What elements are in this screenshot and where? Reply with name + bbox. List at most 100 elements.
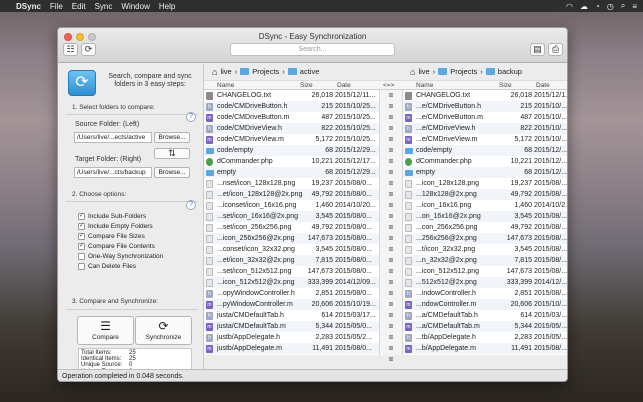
file-row[interactable]: ...et/icon_32x32@2x.png 7,815 2015/08/0...: [204, 255, 379, 266]
synchronize-button[interactable]: ⟳ Synchronize: [135, 316, 192, 345]
checkbox[interactable]: [78, 263, 85, 270]
checkbox[interactable]: [78, 253, 85, 260]
file-row[interactable]: m ...pyWindowController.m 20,606 2015/10/19…: [204, 299, 379, 310]
file-row[interactable]: ...icon_16x16.png 1,460 2014/10/2...: [403, 200, 567, 211]
target-path-field[interactable]: /Users/live/...cts/backup: [74, 167, 152, 178]
file-row[interactable]: m ...e/CMDriveView.m 5,172 2015/10/...: [403, 134, 567, 145]
file-row[interactable]: m ...a/CMDefaultTab.m 5,344 2015/05/...: [403, 321, 567, 332]
checkbox[interactable]: ✓: [78, 223, 85, 230]
file-row[interactable]: h justb/AppDelegate.h 2,283 2015/05/2...: [204, 332, 379, 343]
left-path-bar[interactable]: ⌂ live › Projects › active: [212, 64, 319, 79]
file-row[interactable]: code/empty 68 2015/12/...: [403, 145, 567, 156]
path-segment[interactable]: backup: [498, 67, 522, 76]
menu-window[interactable]: Window: [121, 2, 149, 11]
file-row[interactable]: m code/CMDriveButton.m 487 2015/10/25...: [204, 112, 379, 123]
cloud-icon[interactable]: ☁: [580, 2, 588, 11]
path-segment[interactable]: Projects: [252, 67, 279, 76]
file-row[interactable]: ...con_256x256.png 49,792 2015/08/...: [403, 222, 567, 233]
col-name[interactable]: Name: [217, 82, 234, 89]
file-row[interactable]: CHANGELOG.txt 26,018 2015/12/11...: [204, 90, 379, 101]
file-row[interactable]: ...t/icon_32x32.png 3,545 2015/08/...: [403, 244, 567, 255]
file-row[interactable]: ...conset/icon_32x32.png 3,545 2015/08/0..…: [204, 244, 379, 255]
search-input[interactable]: Search...: [230, 43, 395, 56]
file-row[interactable]: code/empty 68 2015/12/29...: [204, 145, 379, 156]
file-row[interactable]: h ...opyWindowController.h 2,851 2015/08/0.…: [204, 288, 379, 299]
file-row[interactable]: ...set/icon_16x16@2x.png 3,545 2015/08/0..…: [204, 211, 379, 222]
clock-icon[interactable]: ◷: [607, 2, 614, 11]
file-row[interactable]: h ...indowController.h 2,851 2015/08/...: [403, 288, 567, 299]
file-row[interactable]: ...set/icon_256x256.png 49,792 2015/08/0..…: [204, 222, 379, 233]
file-row[interactable]: ...et/icon_128x128@2x.png 49,792 2015/08/0…: [204, 189, 379, 200]
timemachine-icon[interactable]: ◔: [595, 2, 600, 11]
search-icon[interactable]: ⌕: [621, 1, 625, 11]
menu-edit[interactable]: Edit: [72, 2, 86, 11]
file-row[interactable]: dCommander.php 10,221 2015/12/...: [403, 156, 567, 167]
file-row[interactable]: ...icon_256x256@2x.png 147,673 2015/08/0..…: [204, 233, 379, 244]
menu-help[interactable]: Help: [159, 2, 175, 11]
file-row[interactable]: ...iconset/icon_16x16.png 1,460 2014/10/20…: [204, 200, 379, 211]
compare-toolbar-button[interactable]: ☷: [63, 43, 78, 56]
file-row[interactable]: ...256x256@2x.png 147,673 2015/08/...: [403, 233, 567, 244]
file-row[interactable]: ...512x512@2x.png 333,399 2014/12/...: [403, 277, 567, 288]
file-row[interactable]: ...icon_128x128.png 19,237 2015/08/...: [403, 178, 567, 189]
swap-folders-button[interactable]: ⇅: [154, 148, 190, 159]
report-toolbar-button[interactable]: ▤: [530, 43, 545, 56]
file-row[interactable]: h ...e/CMDriveView.h 822 2015/10/...: [403, 123, 567, 134]
file-row[interactable]: ...icon_512x512@2x.png 333,399 2014/12/09.…: [204, 277, 379, 288]
option-4[interactable]: One-Way Synchronization: [78, 253, 163, 260]
file-row[interactable]: h code/CMDriveView.h 822 2015/10/25...: [204, 123, 379, 134]
file-row[interactable]: m code/CMDriveView.m 5,172 2015/10/25...: [204, 134, 379, 145]
file-row[interactable]: ...set/icon_512x512.png 147,673 2015/08/0.…: [204, 266, 379, 277]
file-row[interactable]: m ...e/CMDriveButton.m 487 2015/10/...: [403, 112, 567, 123]
refresh-toolbar-button[interactable]: ⟳: [81, 43, 96, 56]
help-icon[interactable]: ?: [186, 112, 196, 122]
file-row[interactable]: ...on_16x16@2x.png 3,545 2015/08/...: [403, 211, 567, 222]
compare-button[interactable]: ☰ Compare: [77, 316, 134, 345]
file-row[interactable]: empty 68 2015/12/29...: [204, 167, 379, 178]
option-3[interactable]: ✓ Compare File Contents: [78, 243, 155, 250]
file-row[interactable]: h ...e/CMDriveButton.h 215 2015/10/...: [403, 101, 567, 112]
print-toolbar-button[interactable]: ⎙: [548, 43, 563, 56]
file-row[interactable]: CHANGELOG.txt 26,018 2015/12/1...: [403, 90, 567, 101]
file-row[interactable]: ...icon_512x512.png 147,673 2015/08/...: [403, 266, 567, 277]
app-menu[interactable]: DSync: [16, 2, 41, 11]
file-row[interactable]: h code/CMDriveButton.h 215 2015/10/25...: [204, 101, 379, 112]
file-row[interactable]: m ...b/AppDelegate.m 11,491 2015/08/...: [403, 343, 567, 354]
path-segment[interactable]: live: [220, 67, 231, 76]
options-help-icon[interactable]: ?: [186, 200, 196, 210]
option-2[interactable]: ✓ Compare File Sizes: [78, 233, 145, 240]
col-date[interactable]: Date: [337, 82, 351, 89]
path-segment[interactable]: live: [418, 67, 429, 76]
col-size[interactable]: Size: [300, 82, 313, 89]
checkbox[interactable]: ✓: [78, 233, 85, 240]
file-row[interactable]: justb/bempty682015/12/11...: [204, 354, 379, 355]
file-row[interactable]: h ...tb/AppDelegate.h 2,283 2015/05/...: [403, 332, 567, 343]
option-0[interactable]: ✓ Include Sub-Folders: [78, 213, 146, 220]
path-segment[interactable]: Projects: [450, 67, 477, 76]
option-5[interactable]: Can Delete Files: [78, 263, 136, 270]
source-path-field[interactable]: /Users/live/...ects/active: [74, 132, 152, 143]
checkbox[interactable]: ✓: [78, 213, 85, 220]
list-icon[interactable]: ≡: [632, 2, 637, 11]
file-row[interactable]: ...nset/icon_128x128.png 19,237 2015/08/0.…: [204, 178, 379, 189]
file-row[interactable]: h justa/CMDefaultTab.h 614 2015/03/17...: [204, 310, 379, 321]
path-segment[interactable]: active: [300, 67, 320, 76]
col-name[interactable]: Name: [416, 82, 433, 89]
file-row[interactable]: m ...ndowController.m 20,606 2015/10/...: [403, 299, 567, 310]
file-row[interactable]: empty 68 2015/12/...: [403, 167, 567, 178]
col-size[interactable]: Size: [499, 82, 512, 89]
checkbox[interactable]: ✓: [78, 243, 85, 250]
file-row[interactable]: dCommander.php 10,221 2015/12/17...: [204, 156, 379, 167]
file-row[interactable]: justb/bempty682015/12/...: [403, 354, 567, 355]
wifi-icon[interactable]: ◠: [566, 2, 573, 11]
file-row[interactable]: ...n_32x32@2x.png 7,815 2015/08/...: [403, 255, 567, 266]
source-browse-button[interactable]: Browse...: [154, 132, 190, 143]
file-row[interactable]: ...128x128@2x.png 49,792 2015/08/...: [403, 189, 567, 200]
file-row[interactable]: m justb/AppDelegate.m 11,491 2015/08/0...: [204, 343, 379, 354]
right-path-bar[interactable]: ⌂ live › Projects › backup: [410, 64, 522, 79]
menu-file[interactable]: File: [50, 2, 63, 11]
file-row[interactable]: m justa/CMDefaultTab.m 5,344 2015/05/0...: [204, 321, 379, 332]
file-row[interactable]: h ...a/CMDefaultTab.h 614 2015/03/...: [403, 310, 567, 321]
option-1[interactable]: ✓ Include Empty Folders: [78, 223, 153, 230]
col-date[interactable]: Date: [536, 82, 550, 89]
